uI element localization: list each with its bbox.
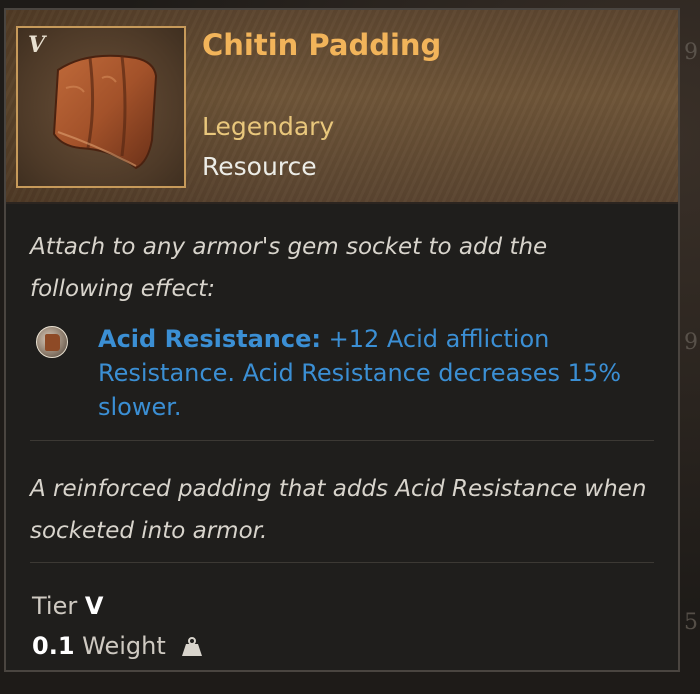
item-image-frame: V	[16, 26, 186, 188]
item-type: Resource	[202, 152, 317, 181]
background-glyph: 9	[684, 40, 698, 65]
socket-description: Attach to any armor's gem socket to add …	[30, 234, 548, 302]
padding-gem-icon	[36, 326, 68, 358]
tier-row: Tier V	[32, 586, 203, 626]
item-tooltip: V Chitin Padding Legendary Resource Atta…	[4, 8, 680, 672]
weight-label: Weight	[82, 632, 166, 660]
background-glyph: 9	[684, 330, 698, 355]
item-rarity: Legendary	[202, 112, 335, 141]
item-name: Chitin Padding	[202, 28, 442, 62]
perk-text: Acid Resistance: +12 Acid affliction Res…	[98, 322, 658, 424]
weight-row: 0.1 Weight	[32, 626, 203, 666]
perk-name: Acid Resistance:	[98, 325, 321, 353]
background-glyph: 5	[684, 610, 698, 635]
flavor-text: A reinforced padding that adds Acid Resi…	[30, 476, 647, 544]
tier-label: Tier	[32, 592, 78, 620]
tier-value: V	[84, 592, 104, 620]
chitin-padding-icon	[52, 54, 158, 170]
divider	[30, 440, 654, 441]
weight-value: 0.1	[32, 632, 75, 660]
weight-icon	[182, 637, 203, 656]
divider	[30, 562, 654, 563]
item-stats: Tier V 0.1 Weight	[32, 586, 203, 666]
